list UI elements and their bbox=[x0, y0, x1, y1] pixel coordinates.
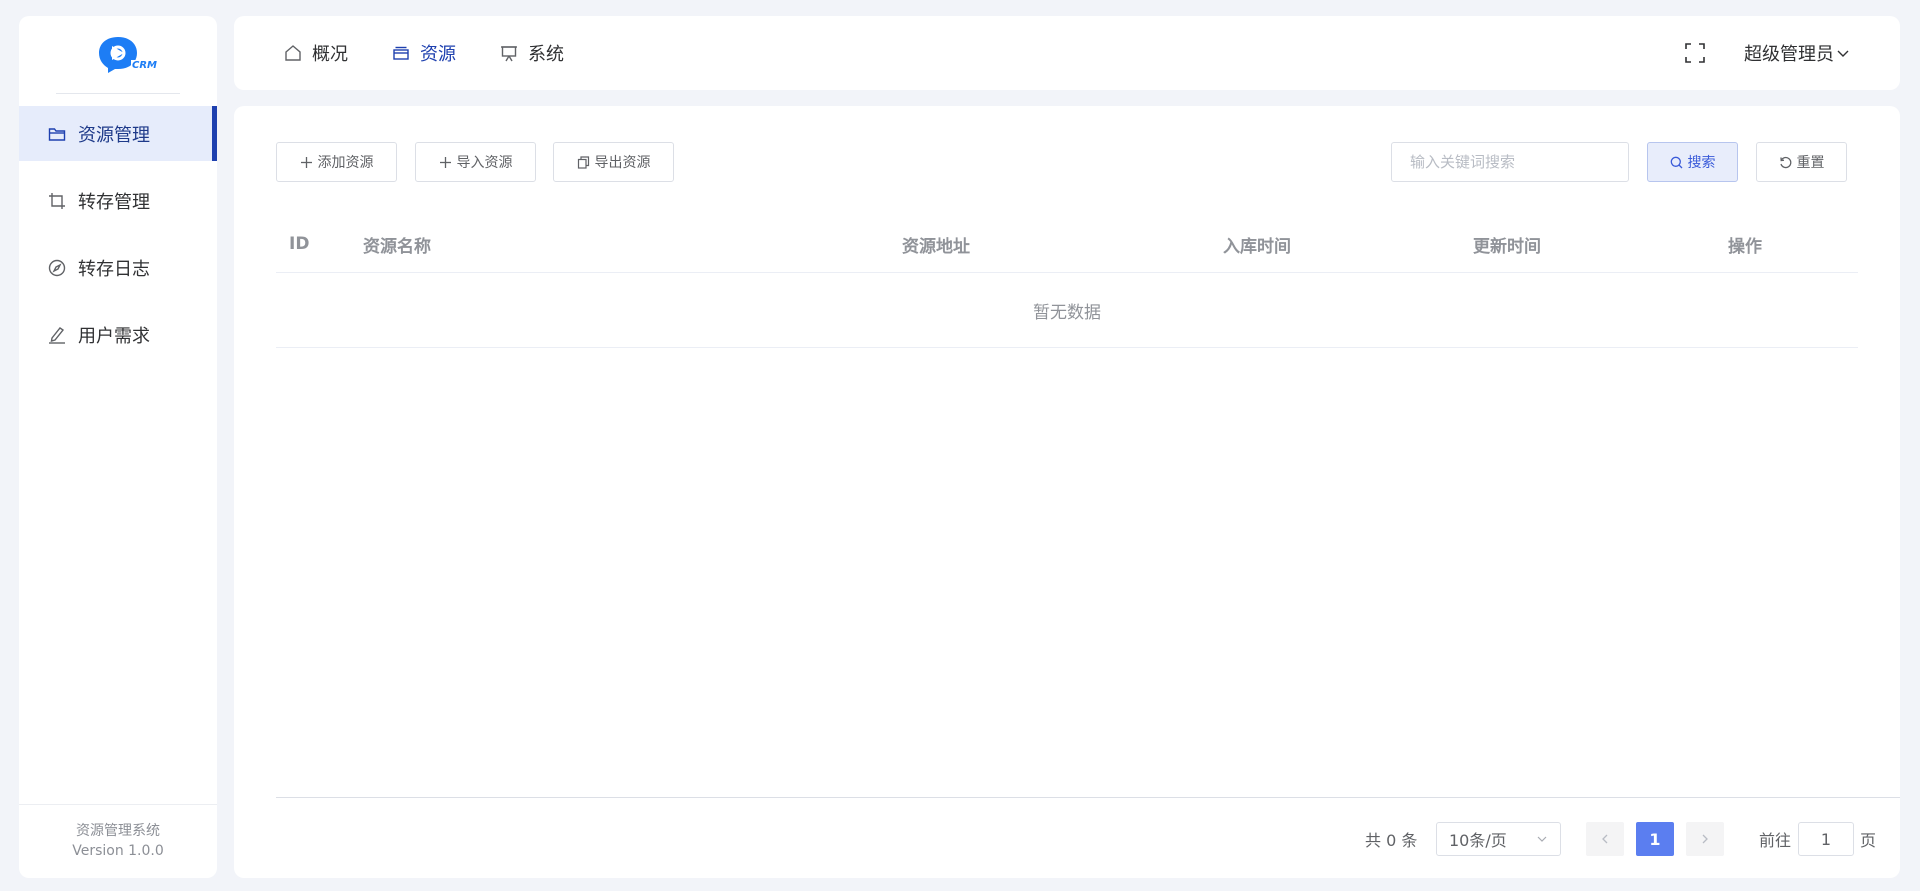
folder-icon bbox=[48, 125, 66, 143]
top-menu-resources[interactable]: 资源 bbox=[392, 40, 456, 66]
column-header-address[interactable]: 资源地址 bbox=[902, 232, 970, 257]
top-menu-system[interactable]: 系统 bbox=[500, 40, 564, 66]
search-label: 搜索 bbox=[1687, 154, 1716, 170]
goto-page-input[interactable] bbox=[1798, 822, 1854, 856]
sidebar-item-label: 转存管理 bbox=[78, 191, 150, 213]
next-page-button[interactable] bbox=[1686, 822, 1724, 856]
sidebar-nav: 资源管理 转存管理 转存日志 用户需求 bbox=[19, 106, 217, 362]
compass-icon bbox=[48, 259, 66, 277]
logo-divider bbox=[56, 93, 180, 94]
search-icon bbox=[1670, 156, 1683, 169]
top-right: 超级管理员 bbox=[1684, 40, 1850, 66]
empty-text: 暂无数据 bbox=[1033, 302, 1101, 323]
top-menu-overview[interactable]: 概况 bbox=[284, 40, 348, 66]
sidebar-item-user-requests[interactable]: 用户需求 bbox=[19, 307, 217, 362]
pagination: 共 0 条 10条/页 1 前往 页 bbox=[234, 822, 1900, 856]
fullscreen-icon[interactable] bbox=[1684, 42, 1706, 64]
reset-button[interactable]: 重置 bbox=[1756, 142, 1847, 182]
plus-icon bbox=[439, 156, 452, 169]
resource-table: ID 资源名称 资源地址 入库时间 更新时间 操作 暂无数据 bbox=[276, 216, 1858, 348]
column-header-id[interactable]: ID bbox=[289, 234, 309, 254]
logo-text: CRM bbox=[131, 60, 158, 71]
plus-icon bbox=[300, 156, 313, 169]
import-resource-button[interactable]: 导入资源 bbox=[415, 142, 536, 182]
top-menu-label: 系统 bbox=[528, 44, 564, 65]
export-resource-label: 导出资源 bbox=[594, 154, 651, 170]
search-input[interactable] bbox=[1391, 142, 1629, 182]
column-header-created[interactable]: 入库时间 bbox=[1223, 232, 1291, 257]
sidebar-item-label: 转存日志 bbox=[78, 258, 150, 280]
chevron-down-icon bbox=[1536, 833, 1548, 845]
page-size-select[interactable]: 10条/页 bbox=[1436, 822, 1561, 856]
top-menu: 概况 资源 系统 bbox=[284, 40, 608, 66]
system-name: 资源管理系统 bbox=[76, 823, 160, 839]
copy-icon bbox=[577, 155, 590, 169]
sidebar-item-label: 用户需求 bbox=[78, 325, 150, 347]
user-menu[interactable]: 超级管理员 bbox=[1744, 40, 1850, 66]
column-header-actions[interactable]: 操作 bbox=[1728, 232, 1762, 257]
version-text: Version 1.0.0 bbox=[72, 843, 164, 859]
sidebar-item-transfer-log[interactable]: 转存日志 bbox=[19, 240, 217, 295]
column-header-name[interactable]: 资源名称 bbox=[363, 232, 431, 257]
sidebar: CRM 资源管理 转存管理 转存日志 用户需求 资源管理系统 Version 1… bbox=[19, 16, 217, 878]
sidebar-item-resource-management[interactable]: 资源管理 bbox=[19, 106, 217, 161]
user-name: 超级管理员 bbox=[1744, 44, 1834, 65]
table-header: ID 资源名称 资源地址 入库时间 更新时间 操作 bbox=[276, 216, 1858, 273]
page-size-value: 10条/页 bbox=[1449, 831, 1507, 850]
pagination-divider bbox=[276, 797, 1900, 798]
search-button[interactable]: 搜索 bbox=[1647, 142, 1738, 182]
table-empty-row: 暂无数据 bbox=[276, 273, 1858, 348]
refresh-icon bbox=[1779, 156, 1792, 169]
monitor-icon bbox=[500, 44, 518, 62]
goto-label: 前往 bbox=[1759, 831, 1792, 850]
top-menu-label: 资源 bbox=[420, 44, 456, 65]
prev-page-button[interactable] bbox=[1586, 822, 1624, 856]
page-number-current[interactable]: 1 bbox=[1636, 822, 1674, 856]
chevron-down-icon bbox=[1836, 46, 1850, 60]
column-header-updated[interactable]: 更新时间 bbox=[1473, 232, 1541, 257]
crop-icon bbox=[48, 192, 66, 210]
add-resource-label: 添加资源 bbox=[317, 154, 374, 170]
chevron-right-icon bbox=[1699, 833, 1711, 845]
export-resource-button[interactable]: 导出资源 bbox=[553, 142, 674, 182]
top-bar: 概况 资源 系统 超级管理员 bbox=[234, 16, 1900, 90]
main-content: 添加资源 导入资源 导出资源 搜索 重置 ID 资源名称 资源地址 入库时间 更… bbox=[234, 106, 1900, 878]
import-resource-label: 导入资源 bbox=[456, 154, 513, 170]
sidebar-item-transfer-management[interactable]: 转存管理 bbox=[19, 173, 217, 228]
total-count: 共 0 条 bbox=[1365, 831, 1418, 850]
edit-pen-icon bbox=[48, 326, 66, 344]
top-menu-label: 概况 bbox=[312, 44, 348, 65]
box-icon bbox=[392, 44, 410, 62]
home-icon bbox=[284, 44, 302, 62]
reset-label: 重置 bbox=[1796, 154, 1825, 170]
sidebar-item-label: 资源管理 bbox=[78, 124, 150, 146]
logo-area: CRM bbox=[19, 16, 217, 94]
add-resource-button[interactable]: 添加资源 bbox=[276, 142, 397, 182]
page-suffix: 页 bbox=[1860, 831, 1877, 850]
chevron-left-icon bbox=[1599, 833, 1611, 845]
sidebar-footer: 资源管理系统 Version 1.0.0 bbox=[19, 804, 217, 878]
